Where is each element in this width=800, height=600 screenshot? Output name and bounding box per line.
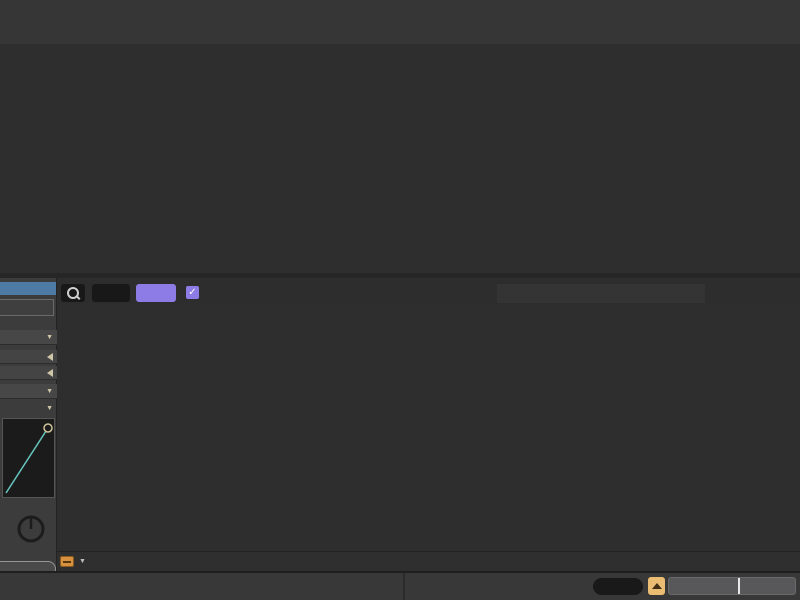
- chevron-down-icon: ▼: [46, 405, 53, 412]
- editor-toolbar: ✓: [57, 278, 800, 305]
- magnifier-handle: [76, 295, 81, 300]
- clip-panel-header[interactable]: [0, 282, 56, 295]
- chevron-left-icon: [47, 369, 53, 377]
- fold-button[interactable]: [92, 284, 130, 302]
- clip-name-field[interactable]: [0, 299, 54, 316]
- status-bar: [0, 571, 800, 600]
- automation-icon[interactable]: [60, 556, 74, 567]
- lane-divider: [738, 578, 740, 594]
- midi-note-editor: [57, 305, 800, 571]
- triangle-up-icon: [652, 583, 662, 589]
- clip-dropdown-1[interactable]: ▼: [0, 330, 57, 345]
- chevron-left-icon: [47, 353, 53, 361]
- ableton-live-window: ✓ ▼ ▼ ▼: [0, 0, 800, 600]
- scale-button[interactable]: [136, 284, 176, 302]
- pause-button[interactable]: [593, 578, 643, 595]
- status-divider: [403, 573, 405, 600]
- curve-line: [3, 419, 54, 497]
- chevron-down-icon: ▼: [46, 388, 53, 395]
- zoom-search-button[interactable]: [61, 284, 85, 302]
- highlight-scale-checkbox[interactable]: ✓: [186, 286, 199, 299]
- clip-stepper-1[interactable]: [0, 350, 57, 364]
- clip-detail-panel: ▼ ▼ ▼: [0, 278, 57, 571]
- chevron-down-icon: ▼: [46, 334, 53, 341]
- envelope-param-row: ▼: [57, 551, 800, 571]
- clip-stepper-2[interactable]: [0, 366, 57, 380]
- mpe-selector[interactable]: ▼: [0, 402, 53, 412]
- lane-height-control[interactable]: [668, 577, 796, 595]
- curve-knob[interactable]: [14, 512, 48, 546]
- expand-clip-view-button[interactable]: [648, 577, 665, 595]
- automation-icon-line: [63, 561, 71, 563]
- editor-tab-bar: [497, 284, 705, 303]
- clip-dropdown-2[interactable]: ▼: [0, 384, 57, 399]
- mixer-section: [0, 0, 800, 278]
- mpe-curve-editor[interactable]: [2, 418, 55, 498]
- chevron-down-icon[interactable]: ▼: [79, 558, 86, 565]
